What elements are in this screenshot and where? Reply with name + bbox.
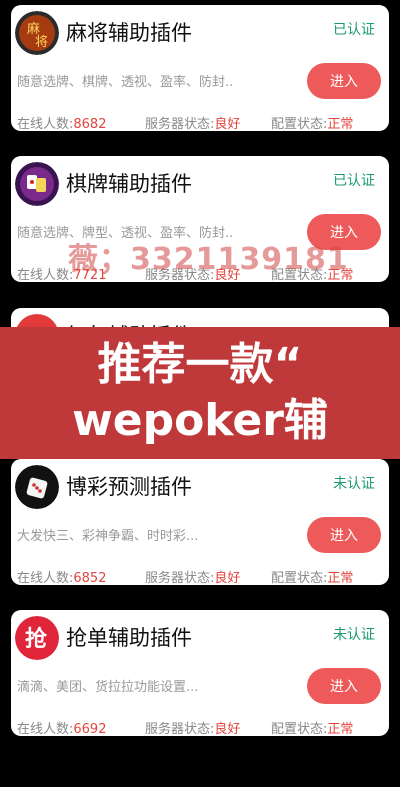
enter-button[interactable]: 进入 bbox=[307, 668, 381, 704]
plugin-description: 滴滴、美团、货拉拉功能设置... bbox=[17, 680, 199, 695]
server-value: 良好 bbox=[214, 117, 241, 131]
svg-text:抢: 抢 bbox=[25, 626, 48, 652]
enter-button[interactable]: 进入 bbox=[307, 63, 381, 99]
status-badge: 未认证 bbox=[333, 476, 375, 492]
svg-text:将: 将 bbox=[35, 35, 48, 50]
plugin-title: 棋牌辅助插件 bbox=[66, 172, 192, 196]
banner-line-2: wepoker辅 bbox=[72, 395, 328, 446]
server-value: 良好 bbox=[214, 722, 241, 736]
config-value: 正常 bbox=[327, 722, 354, 736]
config-label: 配置状态: bbox=[271, 571, 328, 585]
plugin-list-page: 麻 将 麻将辅助插件 已认证 随意选牌、棋牌、透视、盈率、防封.. 进入 在线人… bbox=[0, 0, 400, 787]
server-value: 良好 bbox=[214, 571, 241, 585]
server-label: 服务器状态: bbox=[145, 117, 215, 131]
config-value: 正常 bbox=[327, 117, 354, 131]
online-value: 8682 bbox=[73, 117, 107, 131]
enter-button[interactable]: 进入 bbox=[307, 517, 381, 553]
plugin-description: 随意选牌、棋牌、透视、盈率、防封.. bbox=[17, 75, 234, 90]
online-value: 6852 bbox=[73, 571, 107, 585]
status-badge: 已认证 bbox=[333, 173, 375, 189]
grab-order-logo-icon: 抢 bbox=[15, 616, 59, 660]
plugin-card-grab-order[interactable]: 抢 抢单辅助插件 未认证 滴滴、美团、货拉拉功能设置... 进入 在线人数:66… bbox=[11, 610, 389, 736]
banner-line-1: 推荐一款“ bbox=[97, 339, 303, 390]
online-label: 在线人数: bbox=[17, 722, 74, 736]
plugin-title: 博彩预测插件 bbox=[66, 475, 192, 499]
server-label: 服务器状态: bbox=[145, 571, 215, 585]
online-label: 在线人数: bbox=[17, 571, 74, 585]
config-value: 正常 bbox=[327, 571, 354, 585]
online-label: 在线人数: bbox=[17, 117, 74, 131]
plugin-card-mahjong[interactable]: 麻 将 麻将辅助插件 已认证 随意选牌、棋牌、透视、盈率、防封.. 进入 在线人… bbox=[11, 5, 389, 131]
lottery-logo-icon bbox=[15, 465, 59, 509]
plugin-title: 抢单辅助插件 bbox=[66, 626, 192, 650]
plugin-card-lottery[interactable]: 博彩预测插件 未认证 大发快三、彩神争霸、时时彩... 进入 在线人数:6852… bbox=[11, 459, 389, 585]
config-label: 配置状态: bbox=[271, 722, 328, 736]
online-value: 6692 bbox=[73, 722, 107, 736]
promo-banner: 推荐一款“ wepoker辅 bbox=[0, 327, 400, 459]
server-label: 服务器状态: bbox=[145, 722, 215, 736]
plugin-title: 麻将辅助插件 bbox=[66, 21, 192, 45]
chess-card-logo-icon bbox=[15, 162, 59, 206]
online-label: 在线人数: bbox=[17, 268, 74, 282]
status-badge: 已认证 bbox=[333, 22, 375, 38]
config-label: 配置状态: bbox=[271, 117, 328, 131]
contact-watermark: 薇；3321139181 bbox=[68, 242, 349, 277]
mahjong-logo-icon: 麻 将 bbox=[15, 11, 59, 55]
status-badge: 未认证 bbox=[333, 627, 375, 643]
plugin-description: 大发快三、彩神争霸、时时彩... bbox=[17, 529, 199, 544]
